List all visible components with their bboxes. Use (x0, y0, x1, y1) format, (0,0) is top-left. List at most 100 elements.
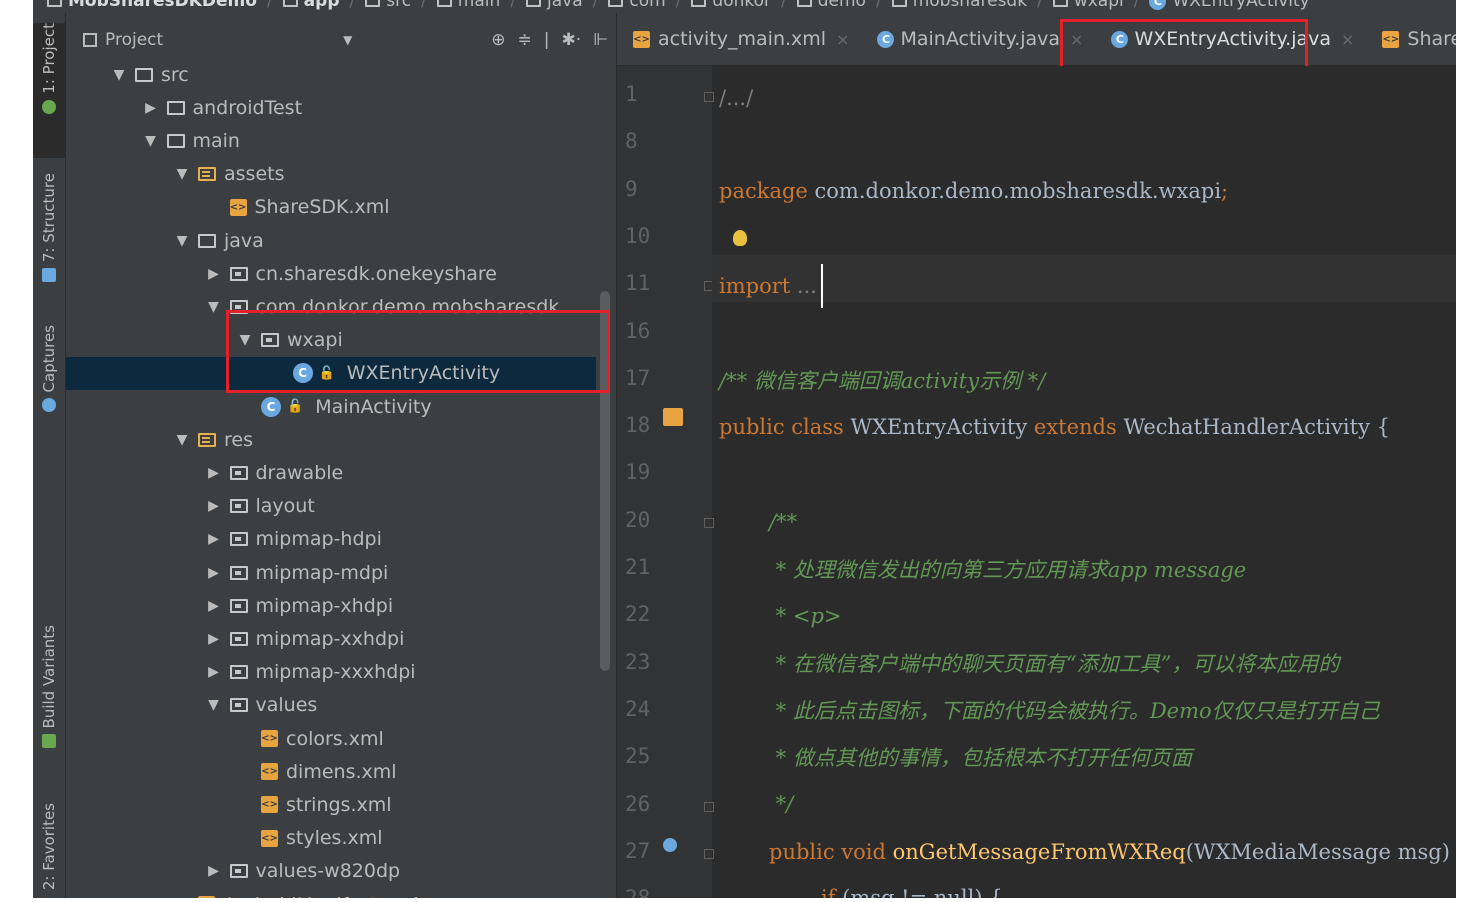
tree-node-label: mipmap-xxxhdpi (255, 661, 416, 684)
collapse-arrow-icon[interactable]: ▶ (206, 631, 222, 647)
text-caret (820, 264, 823, 308)
tree-node[interactable]: ▶ androidTest (66, 91, 596, 124)
collapse-arrow-icon[interactable]: ▶ (206, 664, 222, 680)
expand-arrow-icon[interactable]: ▼ (174, 233, 190, 249)
tree-node[interactable]: ▼ com.donkor.demo.mobsharesdk (66, 290, 596, 323)
tree-node-label: values-w820dp (255, 860, 401, 883)
project-view-selector[interactable]: Project (105, 30, 163, 50)
tree-node[interactable]: ▶ mipmap-xxhdpi (66, 622, 596, 655)
code-line-17: /** 微信客户端回调activity示例 */ (719, 360, 1045, 400)
package-icon (229, 665, 248, 680)
breadcrumb-separator: / (421, 0, 427, 11)
editor-tab[interactable]: <> ShareSDK.xml (1366, 13, 1456, 65)
collapse-arrow-icon[interactable]: ▶ (143, 100, 159, 116)
breadcrumb-item[interactable]: src / (365, 0, 427, 11)
tree-node[interactable]: <> strings.xml (66, 788, 596, 821)
tree-node[interactable]: ▼ wxapi (66, 324, 596, 357)
tree-node[interactable]: ▶ mipmap-xxxhdpi (66, 656, 596, 689)
tree-scrollbar[interactable] (600, 291, 610, 671)
lightbulb-icon[interactable] (733, 230, 747, 246)
editor-tab[interactable]: C MainActivity.java × (861, 13, 1095, 65)
fold-marker-icon[interactable] (704, 92, 714, 102)
editor-tab[interactable]: <> activity_main.xml × (617, 13, 861, 65)
expand-arrow-icon[interactable]: ▼ (111, 67, 127, 83)
close-tab-icon[interactable]: × (1341, 30, 1354, 49)
folded-code[interactable]: /.../ (719, 86, 753, 110)
collapse-arrow-icon[interactable]: ▶ (206, 565, 222, 581)
expand-arrow-icon[interactable]: ▼ (174, 432, 190, 448)
gear-icon[interactable]: ✱· (562, 30, 582, 50)
tree-node[interactable]: C 🔓 MainActivity (66, 390, 596, 423)
expand-arrow-icon[interactable]: ▼ (174, 166, 190, 182)
folder-icon (1052, 0, 1068, 7)
favorites-tool-button[interactable]: 2: Favorites (33, 803, 65, 898)
fold-marker-icon[interactable] (704, 517, 714, 528)
breadcrumb-item[interactable]: wxapi / (1052, 0, 1139, 11)
override-gutter-icon[interactable] (663, 838, 677, 852)
close-tab-icon[interactable]: × (836, 30, 849, 49)
structure-tool-button[interactable]: 7: Structure (33, 173, 65, 308)
breadcrumb-item[interactable]: C WXEntryActivity (1149, 0, 1310, 11)
editor-tab[interactable]: C WXEntryActivity.java × (1095, 13, 1367, 65)
tree-node[interactable]: ▶ values-w820dp (66, 855, 596, 888)
chevron-down-icon[interactable]: ▼ (343, 33, 352, 47)
tree-node[interactable]: ▼ java (66, 224, 596, 257)
xml-resource-gutter-icon[interactable] (663, 408, 683, 426)
breadcrumb-item[interactable]: donkor / (691, 0, 787, 11)
tree-node[interactable]: ▶ mipmap-xhdpi (66, 589, 596, 622)
build-variants-tool-button[interactable]: Build Variants (33, 625, 65, 780)
project-tool-button[interactable]: 1: Project (33, 23, 65, 158)
tree-node[interactable]: ▼ values (66, 689, 596, 722)
collapse-arrow-icon[interactable]: ▶ (206, 498, 222, 514)
tree-node-label: src (161, 63, 189, 86)
breadcrumb-item[interactable]: MobSharesDKDemo / (47, 0, 273, 11)
resource-folder-icon (198, 167, 216, 182)
scroll-from-source-icon[interactable]: ⊕ (491, 30, 505, 50)
breadcrumb-item[interactable]: main / (436, 0, 516, 11)
expand-arrow-icon[interactable]: ▼ (206, 299, 222, 315)
tree-node[interactable]: <> dimens.xml (66, 755, 596, 788)
breadcrumb-item[interactable]: app / (282, 0, 355, 11)
tree-node[interactable]: ▶ mipmap-hdpi (66, 523, 596, 556)
fold-marker-icon[interactable] (704, 848, 714, 859)
tree-node[interactable]: ▼ res (66, 423, 596, 456)
tree-node[interactable]: ▶ drawable (66, 456, 596, 489)
breadcrumb-item[interactable]: mobsharesdk / (891, 0, 1043, 11)
hide-panel-icon[interactable]: ⊩ (593, 30, 608, 50)
breadcrumb-item[interactable]: com / (608, 0, 681, 11)
tree-node[interactable]: ▶ cn.sharesdk.onekeyshare (66, 257, 596, 290)
tree-node[interactable]: <> styles.xml (66, 822, 596, 855)
collapse-arrow-icon[interactable]: ▶ (206, 465, 222, 481)
fold-marker-icon[interactable] (704, 801, 714, 812)
tree-node-label: styles.xml (286, 827, 383, 850)
project-view-icon (83, 33, 97, 47)
tree-node[interactable]: <> ShareSDK.xml (66, 191, 596, 224)
tree-node[interactable]: <> colors.xml (66, 722, 596, 755)
tree-node[interactable]: ▶ mipmap-mdpi (66, 556, 596, 589)
collapse-arrow-icon[interactable]: ▶ (206, 531, 222, 547)
tree-node-label: com.donkor.demo.mobsharesdk (255, 295, 560, 318)
tree-node[interactable]: ▼ assets (66, 158, 596, 191)
collapse-arrow-icon[interactable]: ▶ (206, 863, 222, 879)
code-editor[interactable]: 189101116171819202122232425262728 /.../ … (617, 66, 1456, 898)
class-icon: C (877, 30, 895, 48)
expand-arrow-icon[interactable]: ▼ (143, 133, 159, 149)
tree-node[interactable]: <> AndroidManifest.xml (66, 888, 596, 898)
captures-tool-button[interactable]: Captures (33, 325, 65, 435)
line-number: 11 (625, 271, 651, 296)
breadcrumb-item[interactable]: demo / (796, 0, 882, 11)
folded-imports[interactable]: ... (790, 274, 817, 298)
collapse-all-icon[interactable]: ≑ (518, 30, 532, 50)
expand-arrow-icon[interactable]: ▼ (237, 332, 253, 348)
tree-node[interactable]: ▼ main (66, 124, 596, 157)
breadcrumb-item[interactable]: java / (526, 0, 598, 11)
doc-comment: * 处理微信发出的向第三方应用请求app message (769, 558, 1247, 582)
collapse-arrow-icon[interactable]: ▶ (206, 266, 222, 282)
expand-arrow-icon[interactable]: ▼ (206, 697, 222, 713)
tree-node[interactable]: ▶ layout (66, 490, 596, 523)
tree-node[interactable]: ▼ src (66, 58, 596, 91)
tree-node-label: wxapi (287, 329, 343, 352)
collapse-arrow-icon[interactable]: ▶ (206, 598, 222, 614)
close-tab-icon[interactable]: × (1070, 30, 1083, 49)
tree-node[interactable]: C 🔓 WXEntryActivity (66, 356, 596, 390)
